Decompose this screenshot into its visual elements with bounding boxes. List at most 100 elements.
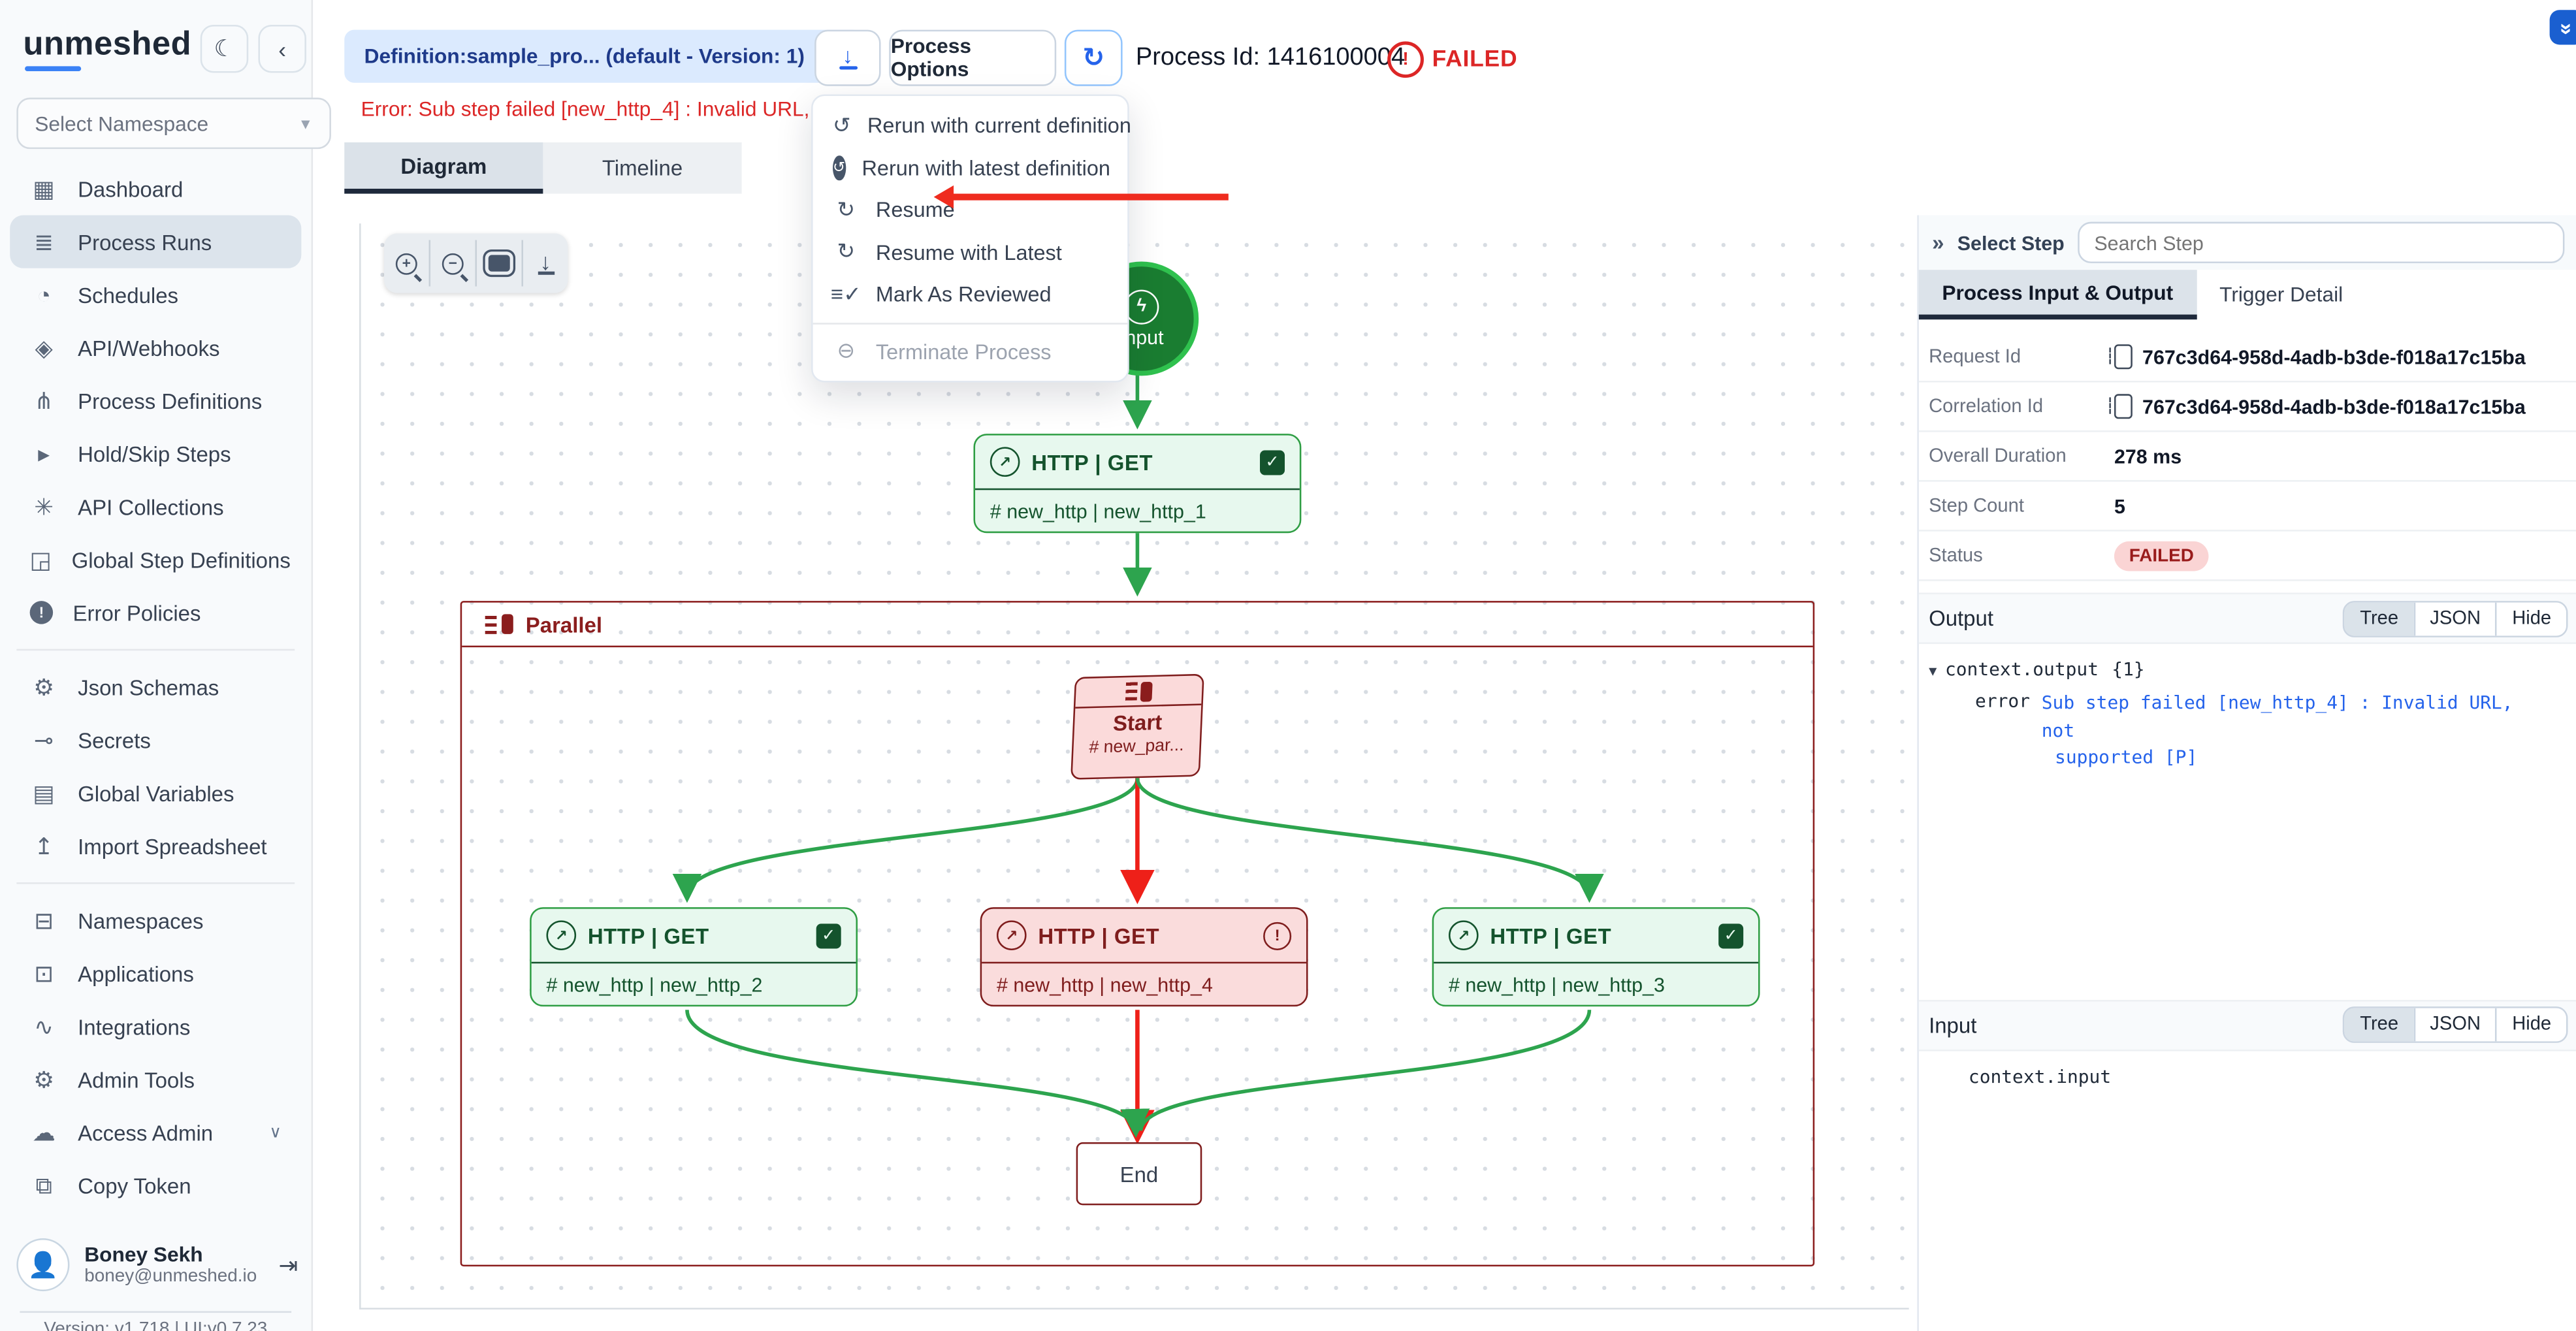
tree-expand-caret[interactable]: ▼ (1929, 664, 1937, 679)
zoom-out-button[interactable]: − (430, 244, 475, 283)
panel-tab-trigger-detail[interactable]: Trigger Detail (2197, 270, 2366, 319)
chevron-left-icon: ‹ (278, 35, 286, 62)
http-icon: ↗ (546, 920, 576, 950)
process-options-button[interactable]: Process Options (889, 30, 1056, 86)
node-parallel-start[interactable]: Start # new_par... (1071, 674, 1204, 780)
sidebar-item-process-runs[interactable]: ≣Process Runs (10, 216, 301, 268)
menu-item-rerun-with-current-definition[interactable]: ↺Rerun with current definition (813, 104, 1128, 147)
sidebar-item-schedules[interactable]: ◔Schedules (10, 268, 301, 321)
sidebar-item-global-step-definitions[interactable]: ◲Global Step Definitions (10, 533, 301, 586)
person-icon: 👤 (27, 1250, 58, 1280)
panel-tab-process-input-output[interactable]: Process Input & Output (1919, 270, 2197, 319)
success-check-icon: ✓ (816, 923, 841, 948)
node-new-http-2[interactable]: ↗HTTP | GET✓# new_http | new_http_2 (530, 907, 858, 1006)
diagram-canvas[interactable]: + − ↓ ϟ Input ↗ HTTP | GET ✓ # new_http … (359, 223, 1909, 1309)
terminate-icon: ⊖ (833, 338, 860, 365)
node-detail: # new_http | new_http_2 (532, 963, 856, 1006)
output-view-switch: TreeJSONHide (2343, 600, 2568, 637)
scroll-down-badge[interactable]: » (2550, 10, 2576, 44)
view-json-button[interactable]: JSON (2413, 1008, 2496, 1042)
node-end[interactable]: End (1076, 1142, 1202, 1205)
app-logo: unmeshed (23, 27, 191, 65)
copy-icon[interactable] (2114, 394, 2133, 419)
sidebar-item-label: API/Webhooks (78, 335, 219, 360)
node-new-http-1[interactable]: ↗ HTTP | GET ✓ # new_http | new_http_1 (973, 434, 1301, 533)
sidebar-collapse-button[interactable]: ‹ (258, 25, 306, 73)
sidebar-item-copy-token[interactable]: ⧉Copy Token (10, 1159, 301, 1211)
definition-pill[interactable]: Definition:sample_pro... (default - Vers… (344, 30, 862, 83)
process-detail-rows: Request Id767c3d64-958d-4adb-b3de-f018a1… (1919, 332, 2576, 581)
view-hide-button[interactable]: Hide (2496, 1008, 2566, 1042)
input-root-key: context.input (1969, 1065, 2111, 1087)
view-json-button[interactable]: JSON (2413, 601, 2496, 635)
dark-mode-toggle[interactable]: ☾ (201, 25, 249, 73)
input-section-header: Input TreeJSONHide (1919, 999, 2576, 1051)
sidebar-item-global-variables[interactable]: ▤Global Variables (10, 767, 301, 820)
view-hide-button[interactable]: Hide (2496, 601, 2566, 635)
zoom-in-icon: + (396, 253, 417, 274)
api-webhooks-icon: ◈ (30, 334, 58, 362)
namespace-placeholder: Select Namespace (35, 112, 208, 135)
download-icon: ↓ (843, 46, 853, 64)
select-step-label: Select Step (1957, 231, 2065, 254)
detail-row-step-count: Step Count5 (1919, 482, 2576, 532)
sidebar-item-label: Secrets (78, 728, 151, 752)
node-new-http-3[interactable]: ↗HTTP | GET✓# new_http | new_http_3 (1432, 907, 1760, 1006)
sidebar-item-integrations[interactable]: ∿Integrations (10, 1000, 301, 1053)
sidebar-item-applications[interactable]: ⊡Applications (10, 947, 301, 1000)
sidebar-item-secrets[interactable]: ⊸Secrets (10, 714, 301, 767)
sidebar-item-namespaces[interactable]: ⊟Namespaces (10, 894, 301, 947)
logout-icon[interactable]: ⇥ (279, 1251, 298, 1279)
sidebar-item-json-schemas[interactable]: ⚙Json Schemas (10, 660, 301, 713)
detail-value: 767c3d64-958d-4adb-b3de-f018a17c15ba (2114, 394, 2526, 419)
process-status-label: FAILED (1432, 44, 1518, 71)
sidebar-item-admin-tools[interactable]: ⚙Admin Tools (10, 1053, 301, 1106)
namespace-select[interactable]: Select Namespace ▼ (16, 98, 331, 150)
sidebar-item-label: Global Variables (78, 780, 234, 805)
download-button[interactable]: ↓ (814, 30, 880, 86)
menu-item-label: Rerun with current definition (867, 113, 1131, 138)
process-runs-icon: ≣ (30, 228, 58, 256)
sidebar-item-access-admin[interactable]: ☁Access Admin∨ (10, 1106, 301, 1159)
tab-timeline[interactable]: Timeline (543, 142, 741, 194)
sidebar-item-label: Global Step Definitions (72, 547, 291, 572)
zoom-in-button[interactable]: + (384, 244, 428, 283)
api-collections-icon: ✳ (30, 492, 58, 521)
copy-icon[interactable] (2114, 344, 2133, 369)
menu-item-resume-with-latest[interactable]: ↻Resume with Latest (813, 231, 1128, 274)
sidebar-item-process-definitions[interactable]: ⋔Process Definitions (10, 374, 301, 427)
detail-row-overall-duration: Overall Duration278 ms (1919, 432, 2576, 482)
input-tree: context.input (1919, 1050, 2576, 1102)
sidebar-item-hold-skip-steps[interactable]: ▸Hold/Skip Steps (10, 427, 301, 480)
menu-item-mark-as-reviewed[interactable]: ≡✓Mark As Reviewed (813, 273, 1128, 315)
sidebar-item-api-collections[interactable]: ✳API Collections (10, 480, 301, 533)
download-diagram-button[interactable]: ↓ (523, 244, 568, 283)
user-row: 👤 Boney Sekh boney@unmeshed.io ⇥ (16, 1238, 298, 1291)
search-step-input[interactable] (2078, 222, 2564, 263)
detail-row-request-id: Request Id767c3d64-958d-4adb-b3de-f018a1… (1919, 332, 2576, 382)
version-label: Version: v1.718 | UI:v0.7.23 (0, 1319, 312, 1331)
panel-collapse-icon[interactable]: » (1932, 230, 1944, 255)
zoom-out-icon: − (442, 253, 464, 274)
definition-pill-label: Definition:sample_pro... (default - Vers… (364, 44, 805, 67)
view-tree-button[interactable]: Tree (2345, 601, 2413, 635)
schedules-icon: ◔ (30, 281, 58, 308)
select-step-bar: » Select Step (1919, 216, 2576, 270)
refresh-button[interactable]: ↻ (1065, 30, 1123, 86)
node-new-http-4[interactable]: ↗HTTP | GET!# new_http | new_http_4 (980, 907, 1308, 1006)
sidebar-item-api-webhooks[interactable]: ◈ API/Webhooks (10, 321, 301, 374)
sidebar-item-error-policies[interactable]: !Error Policies (10, 586, 301, 639)
menu-item-rerun-with-latest-definition[interactable]: ↺Rerun with latest definition (813, 146, 1128, 189)
tab-diagram[interactable]: Diagram (344, 142, 543, 194)
detail-value: 5 (2114, 494, 2125, 517)
resume-icon: ↻ (833, 197, 860, 223)
admin-tools-icon: ⚙ (30, 1065, 58, 1093)
double-chevron-down-icon: » (2554, 23, 2576, 31)
fit-view-button[interactable] (477, 244, 521, 283)
sidebar-item-dashboard[interactable]: ▦Dashboard (10, 162, 301, 215)
import-spreadsheet-icon: ↥ (30, 832, 58, 860)
view-tree-button[interactable]: Tree (2345, 1008, 2413, 1042)
process-id-label: Process Id: 1416100004 (1136, 43, 1405, 71)
sidebar-item-import-spreadsheet[interactable]: ↥Import Spreadsheet (10, 820, 301, 873)
detail-value: 278 ms (2114, 445, 2182, 468)
